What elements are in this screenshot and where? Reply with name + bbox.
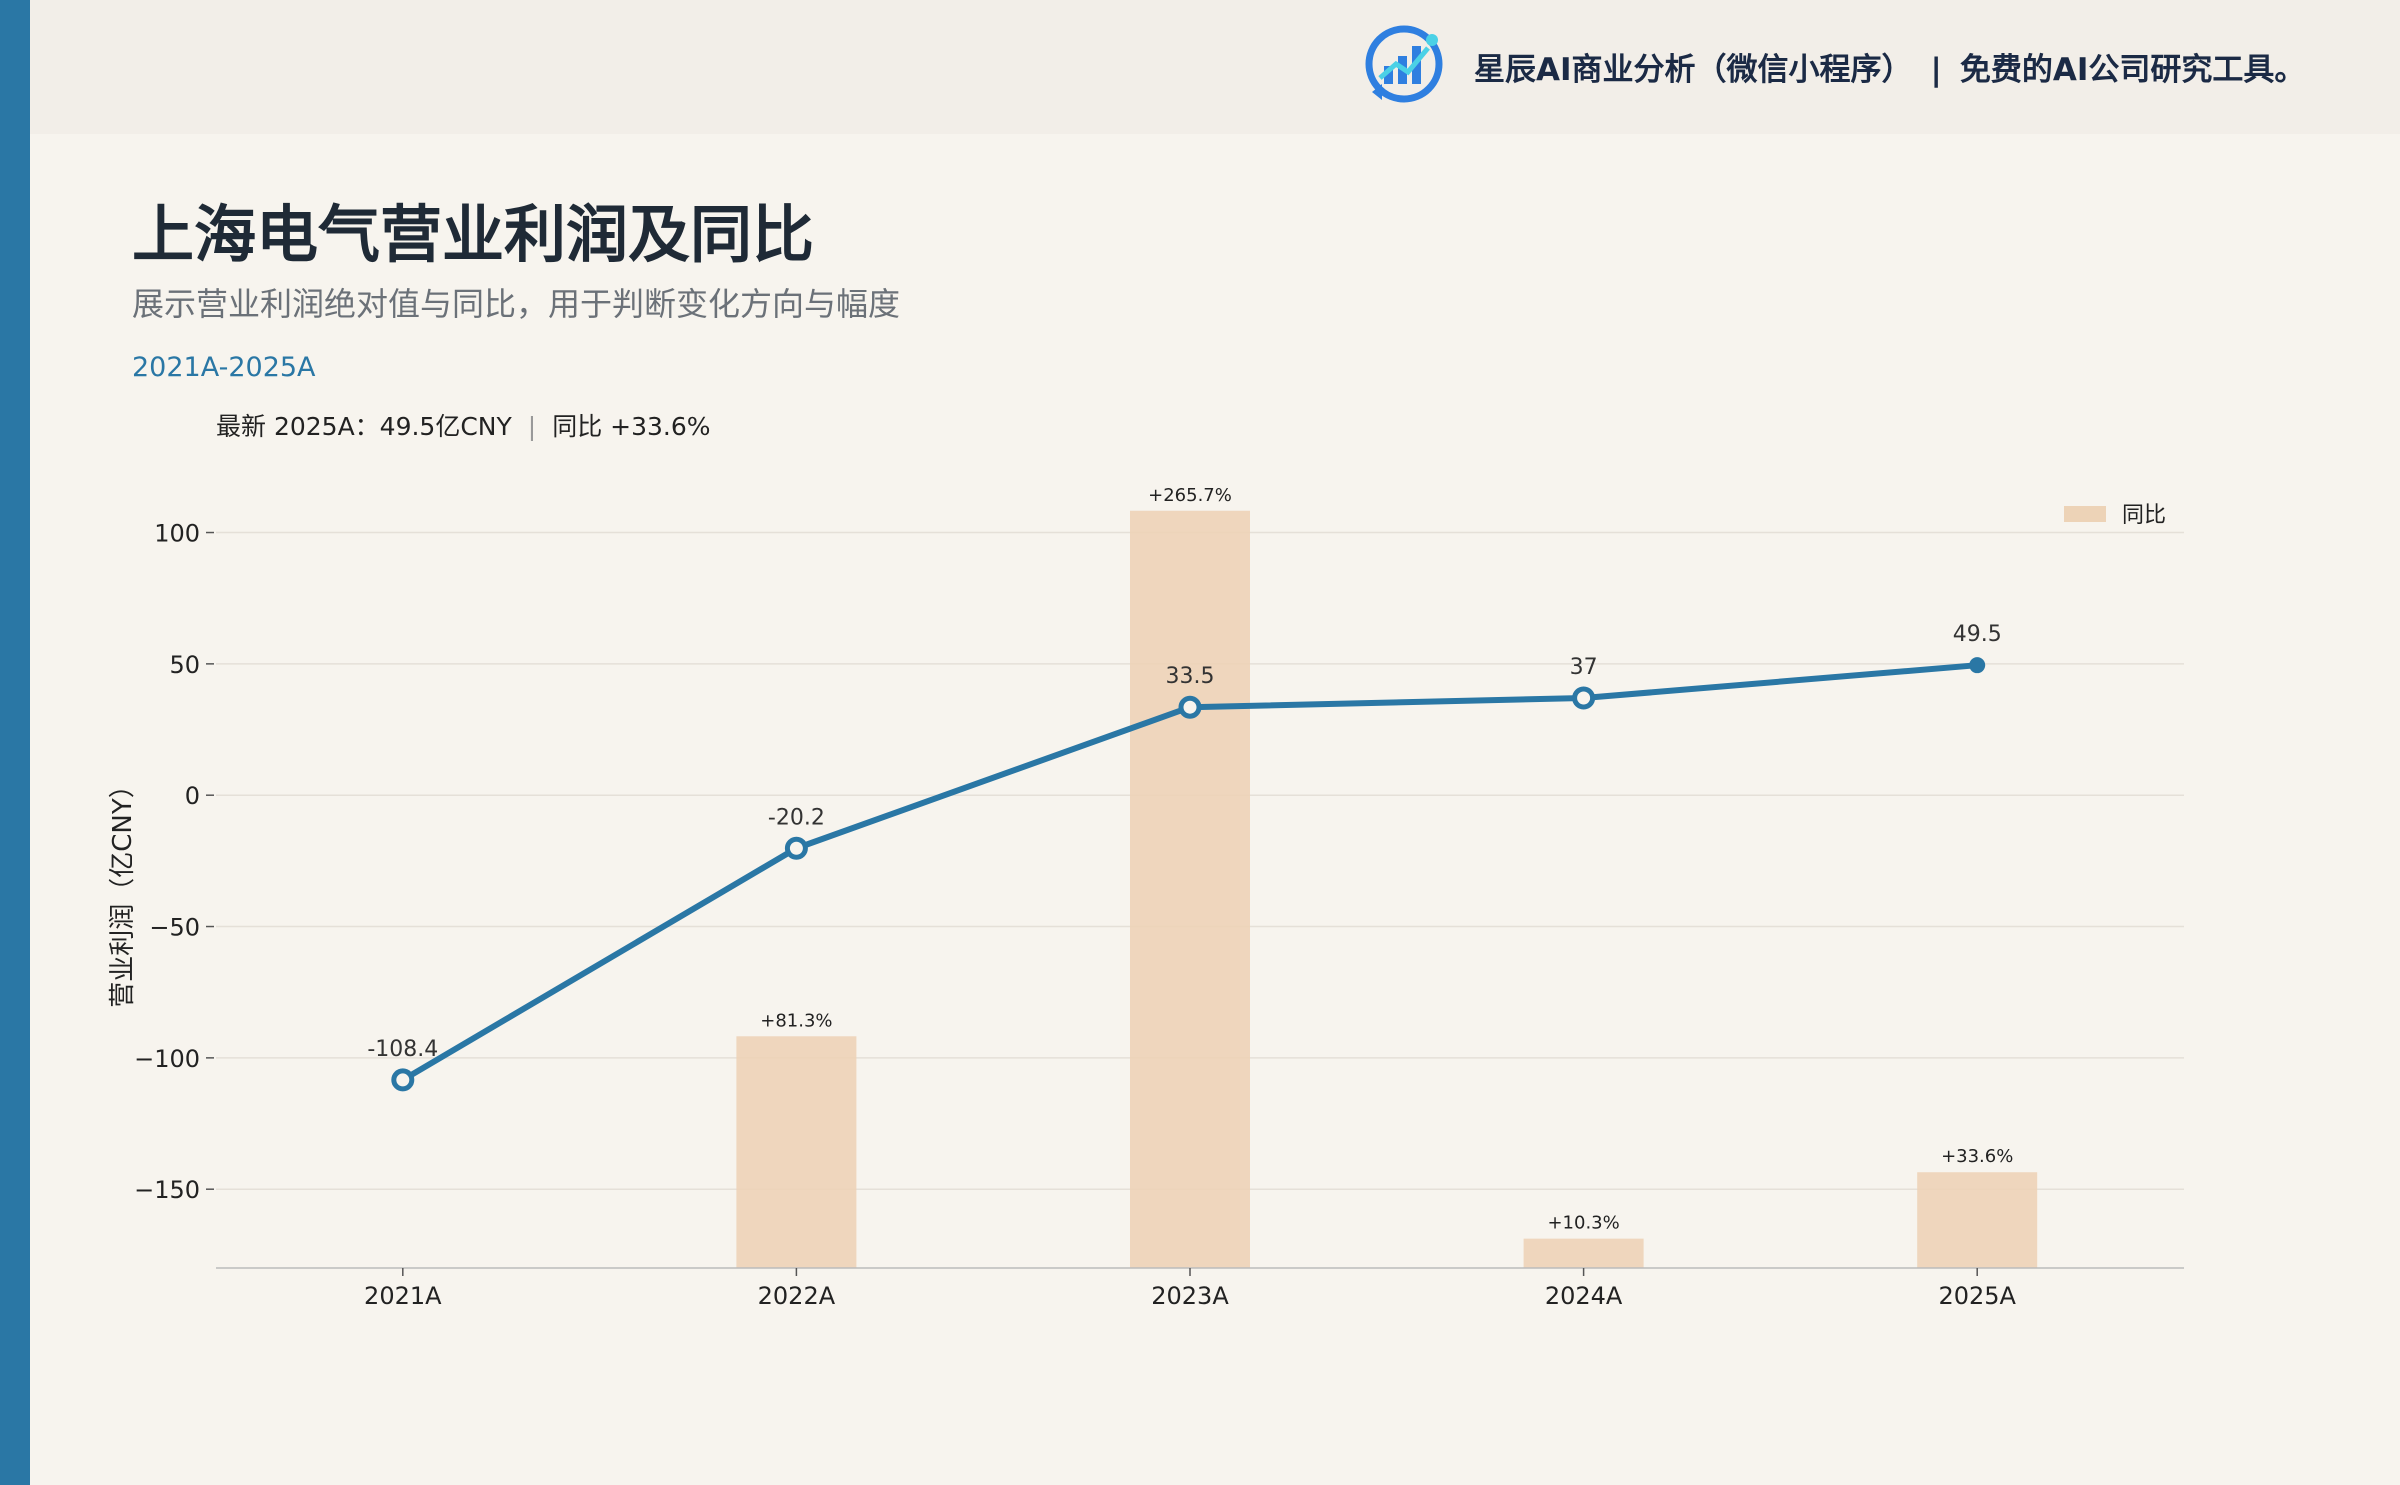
yoy-bar: [1130, 510, 1250, 1268]
y-axis-label: 营业利润（亿CNY）: [108, 772, 138, 1008]
x-tick-label: 2023A: [1151, 1282, 1229, 1310]
profit-data-label: -20.2: [768, 805, 825, 830]
yoy-bar-label: +33.6%: [1941, 1146, 2013, 1167]
profit-data-label: 49.5: [1953, 622, 2002, 647]
profit-point: [784, 836, 808, 860]
legend-swatch: [2064, 506, 2106, 522]
yoy-bar-label: +81.3%: [760, 1010, 832, 1031]
y-tick-label: −150: [134, 1176, 200, 1204]
x-tick-label: 2021A: [364, 1282, 442, 1310]
y-tick-label: −100: [134, 1045, 200, 1073]
operating-profit-chart: 100 50 0 −50 −100 −150 营业利润（亿CNY） +81.3% +265.7%…: [108, 485, 2184, 1310]
profit-data-label: -108.4: [367, 1037, 438, 1062]
y-tick-label: −50: [149, 914, 200, 942]
x-tick-label: 2022A: [758, 1282, 836, 1310]
profit-point: [1572, 686, 1596, 710]
y-tick-label: 50: [169, 651, 200, 679]
yoy-bar: [736, 1036, 857, 1268]
profit-point: [391, 1068, 415, 1092]
yoy-bar: [1523, 1238, 1644, 1268]
x-tick-label: 2025A: [1938, 1282, 2016, 1310]
y-tick-label: 0: [185, 782, 200, 810]
yoy-bar: [1917, 1172, 2038, 1268]
profit-point: [1969, 657, 1986, 674]
legend-label: 同比: [2122, 503, 2166, 528]
profit-data-label: 33.5: [1166, 664, 1215, 689]
x-tick-label: 2024A: [1545, 1282, 1623, 1310]
yoy-bar-label: +265.7%: [1148, 485, 1232, 506]
profit-point: [1178, 695, 1202, 719]
profit-data-label: 37: [1570, 655, 1598, 680]
y-tick-label: 100: [154, 520, 200, 548]
yoy-bar-label: +10.3%: [1547, 1213, 1619, 1234]
